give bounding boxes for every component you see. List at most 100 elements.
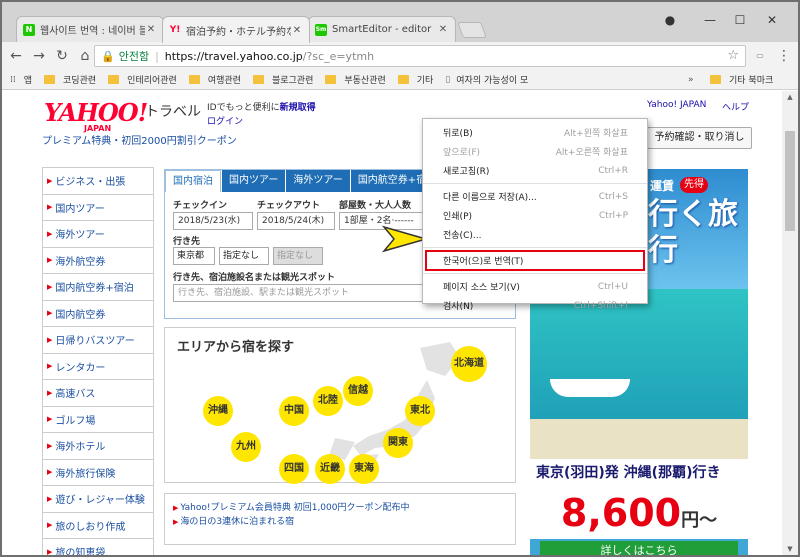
checkin-field[interactable]: 2018/5/23(水) — [173, 212, 253, 230]
other-bookmarks[interactable]: 기타 북마크 — [710, 73, 773, 86]
window-close-icon[interactable]: ✕ — [764, 12, 780, 28]
menu-icon[interactable]: ⋮ — [775, 47, 793, 65]
profile-icon[interactable]: ● — [662, 12, 678, 28]
ad-detail-button[interactable]: 詳しくはこちら — [540, 541, 738, 555]
scroll-thumb[interactable] — [785, 131, 795, 231]
prefecture-value: 東京都 — [177, 251, 205, 261]
extension-icon[interactable]: ▭ — [751, 47, 769, 65]
region-button[interactable]: 信越 — [343, 376, 373, 406]
region-button[interactable]: 近畿 — [315, 454, 345, 484]
context-menu-item[interactable]: 뒤로(B) Alt+왼쪽 화살표 — [423, 123, 647, 142]
context-menu-item[interactable]: 페이지 소스 보기(V) Ctrl+U — [423, 277, 647, 296]
context-menu-item[interactable]: 인쇄(P) Ctrl+P — [423, 206, 647, 225]
close-icon[interactable]: ✕ — [291, 25, 303, 36]
tab-domestic-stay[interactable]: 国内宿泊 — [165, 170, 221, 192]
lock-icon: 🔒 — [101, 49, 115, 63]
checkout-field[interactable]: 2018/5/24(木) — [257, 212, 335, 230]
context-menu-item[interactable]: 새로고침(R) Ctrl+R — [423, 161, 647, 180]
left-nav-item[interactable]: ▶ 海外ホテル — [43, 433, 153, 460]
tab-naver-translate[interactable]: N 웹사이트 번역 : 네이버 블 ✕ — [16, 16, 164, 42]
more-bookmarks-button[interactable]: » — [688, 75, 694, 85]
minimize-icon[interactable]: — — [702, 12, 718, 28]
region-button[interactable]: 東海 — [349, 454, 379, 484]
menu-item-shortcut: Ctrl+Shift+I — [573, 300, 628, 311]
tab-overseas-tour[interactable]: 海外ツアー — [286, 170, 350, 192]
bookmark-star-icon[interactable]: ☆ — [727, 48, 739, 63]
bookmark-apps[interactable]: ⁞⁞ 앱 — [10, 73, 32, 87]
left-nav-item[interactable]: ▶ 海外旅行保険 — [43, 460, 153, 486]
bullet-icon: ▶ — [47, 176, 53, 185]
premium-link[interactable]: プレミアム特典・初回2000円割引クーポン — [42, 132, 237, 147]
left-nav-item[interactable]: ▶ レンタカー — [43, 354, 153, 380]
left-nav-item[interactable]: ▶ 国内航空券+宿泊 — [43, 274, 153, 301]
region-button[interactable]: 四国 — [279, 454, 309, 484]
context-menu-item[interactable]: 앞으로(F) Alt+오른쪽 화살표 — [423, 142, 647, 161]
login-link[interactable]: ログイン — [207, 114, 243, 127]
left-nav-item[interactable]: ▶ 日帰りバスツアー — [43, 327, 153, 354]
signup-link[interactable]: 新規取得 — [280, 103, 316, 113]
left-nav-item[interactable]: ▶ 海外航空券 — [43, 248, 153, 274]
forward-icon[interactable]: → — [30, 47, 48, 65]
region-button[interactable]: 東北 — [405, 396, 435, 426]
reload-icon[interactable]: ↻ — [53, 47, 71, 65]
keyword-input[interactable]: 行き先、宿泊施設、駅または観光スポット — [173, 284, 429, 302]
bookmark-folder[interactable]: 부동산관련 — [325, 73, 386, 86]
address-bar[interactable]: 🔒 안전함 | https://travel.yahoo.co.jp /?sc_… — [94, 45, 746, 67]
bookmark-folder[interactable]: 블로그관련 — [252, 73, 314, 86]
tab-yahoo-travel[interactable]: Y! 宿泊予約・ホテル予約な ✕ — [162, 16, 310, 43]
yahoo-logo[interactable]: YAHOO! — [44, 98, 148, 127]
prefecture-select[interactable]: 東京都 — [173, 247, 215, 265]
help-link[interactable]: ヘルプ — [722, 100, 749, 113]
maximize-icon[interactable]: ☐ — [732, 12, 748, 28]
context-menu-item[interactable]: 한국어(으)로 번역(T) — [425, 250, 645, 271]
folder-icon — [188, 75, 200, 84]
bookmark-folder[interactable]: 코딩관련 — [44, 73, 96, 86]
area-select[interactable]: 指定なし — [219, 247, 269, 265]
region-button[interactable]: 沖縄 — [203, 396, 233, 426]
region-button[interactable]: 九州 — [231, 432, 261, 462]
bookmark-folder[interactable]: 인테리어관련 — [108, 73, 177, 86]
region-button[interactable]: 関東 — [383, 428, 413, 458]
close-icon[interactable]: ✕ — [437, 24, 449, 35]
context-menu-item[interactable]: 다른 이름으로 저장(A)... Ctrl+S — [423, 187, 647, 206]
umi-no-hi-link[interactable]: ▶ 海の日の3連休に泊まれる宿 — [173, 514, 507, 528]
url-host: https://travel.yahoo.co.jp — [164, 49, 303, 63]
yahoo-japan-link[interactable]: Yahoo! JAPAN — [647, 100, 706, 110]
subarea-select[interactable]: 指定なし — [273, 247, 323, 265]
context-menu-item[interactable]: 검사(N) Ctrl+Shift+I — [423, 296, 647, 315]
back-icon[interactable]: ← — [7, 47, 25, 65]
premium-coupon-link[interactable]: ▶ Yahoo!プレミアム会員特典 初回1,000円クーポン配布中 — [173, 500, 507, 514]
left-nav-item[interactable]: ▶ 国内航空券 — [43, 301, 153, 327]
menu-separator — [423, 183, 647, 184]
left-nav-item[interactable]: ▶ 旅のしおり作成 — [43, 513, 153, 539]
left-nav-item[interactable]: ▶ 海外ツアー — [43, 221, 153, 248]
left-nav-item[interactable]: ▶ ビジネス・出張 — [43, 168, 153, 195]
bookmark-folder[interactable]: 여행관련 — [188, 73, 241, 86]
bookmark-page[interactable]: ▯ 여자의 가능성이 모 — [445, 73, 528, 87]
left-nav-label: 日帰りバスツアー — [55, 336, 135, 348]
left-nav-item[interactable]: ▶ 遊び・レジャー体験 — [43, 486, 153, 513]
left-nav-item[interactable]: ▶ 高速バス — [43, 380, 153, 407]
left-nav-item[interactable]: ▶ ゴルフ場 — [43, 407, 153, 433]
scroll-down-icon[interactable]: ▼ — [782, 545, 798, 553]
bookmark-folder[interactable]: 기타 — [397, 73, 433, 86]
tab-smarteditor[interactable]: Sm SmartEditor - editor ✕ — [308, 16, 456, 42]
region-button[interactable]: 北海道 — [451, 346, 487, 382]
area-map: エリアから宿を探す 北海道 沖縄 中国 北陸 信越 東北 九州 四国 近畿 関東 東海 — [164, 327, 516, 484]
context-menu-item[interactable]: 전송(C)... — [423, 225, 647, 244]
tab-domestic-tour[interactable]: 国内ツアー — [222, 170, 286, 192]
close-icon[interactable]: ✕ — [145, 24, 157, 35]
new-tab-button[interactable] — [457, 22, 487, 38]
home-icon[interactable]: ⌂ — [76, 47, 94, 65]
menu-item-shortcut: Ctrl+S — [598, 191, 628, 202]
left-nav-item[interactable]: ▶ 旅の知恵袋 — [43, 539, 153, 555]
region-button[interactable]: 中国 — [279, 396, 309, 426]
reservation-button[interactable]: 予約確認・取り消し — [647, 127, 752, 149]
bullet-icon: ▶ — [47, 256, 53, 265]
scroll-up-icon[interactable]: ▲ — [782, 93, 798, 101]
bookmark-label: 블로그관련 — [271, 76, 314, 86]
page-scrollbar[interactable]: ▲ ▼ — [782, 91, 798, 555]
tab-air-stay[interactable]: 国内航空券+宿 — [350, 170, 434, 192]
region-button[interactable]: 北陸 — [313, 386, 343, 416]
left-nav-item[interactable]: ▶ 国内ツアー — [43, 195, 153, 221]
